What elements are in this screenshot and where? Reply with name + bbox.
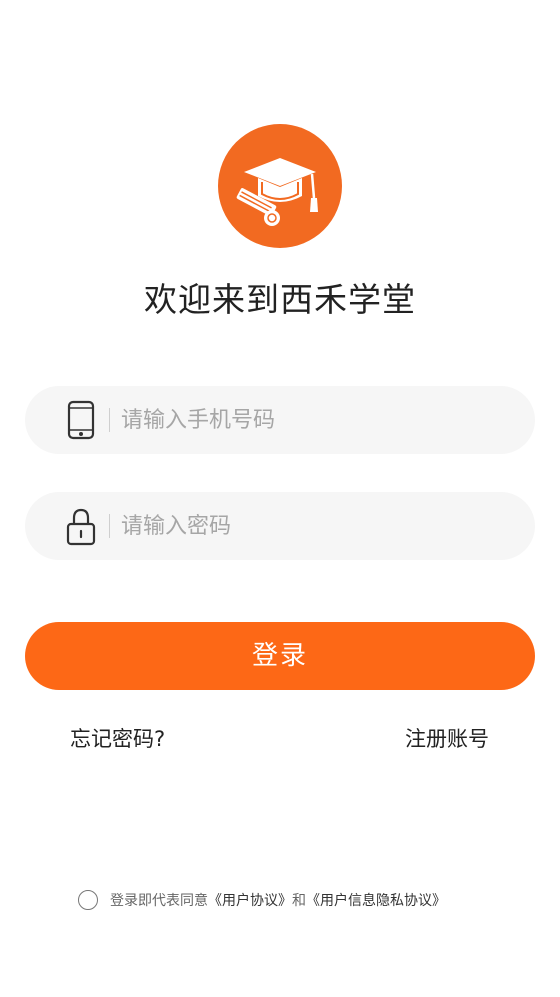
privacy-agreement-link[interactable]: 《用户信息隐私协议》 — [306, 890, 446, 910]
agreement-conjunction: 和 — [292, 893, 306, 909]
phone-icon — [65, 400, 97, 440]
field-divider — [109, 408, 110, 432]
phone-input[interactable] — [121, 386, 501, 454]
phone-field[interactable] — [25, 386, 535, 454]
welcome-title: 欢迎来到西禾学堂 — [144, 280, 416, 319]
agreement-radio[interactable] — [78, 890, 98, 910]
lock-icon — [65, 506, 97, 546]
agreement-prefix: 登录即代表同意 — [110, 893, 208, 909]
agreement-row: 登录即代表同意 《用户协议》 和 《用户信息隐私协议》 — [78, 888, 446, 912]
forgot-password-link[interactable]: 忘记密码? — [70, 724, 165, 754]
graduation-cap-icon — [236, 158, 318, 226]
app-logo — [218, 124, 342, 248]
password-input[interactable] — [121, 492, 501, 560]
register-link[interactable]: 注册账号 — [405, 724, 489, 754]
password-field[interactable] — [25, 492, 535, 560]
user-agreement-link[interactable]: 《用户协议》 — [208, 890, 292, 910]
field-divider — [109, 514, 110, 538]
login-button[interactable]: 登录 — [25, 622, 535, 690]
